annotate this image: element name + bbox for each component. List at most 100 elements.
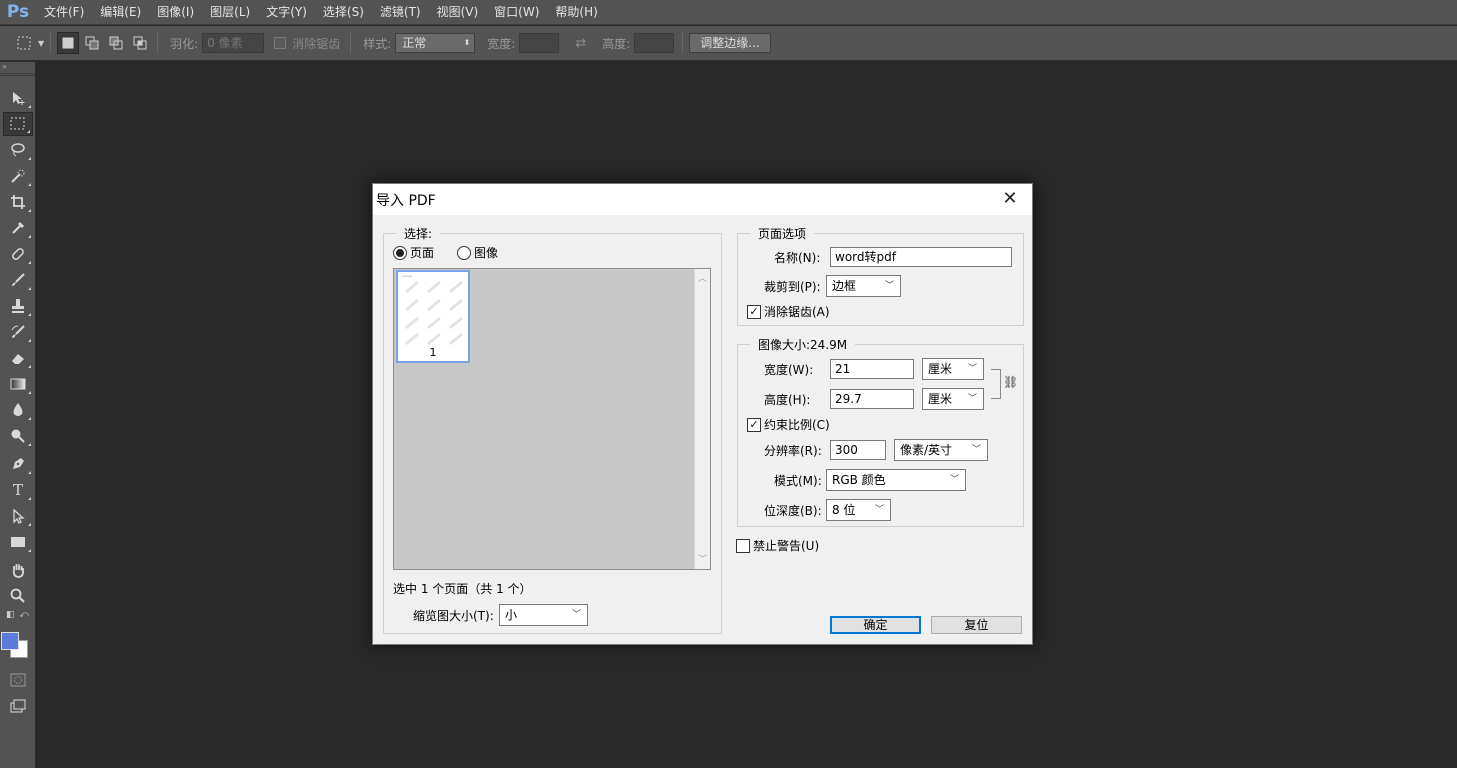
width-unit-select[interactable]: 厘米 ﹀ [922, 358, 984, 380]
height-label: 高度(H): [764, 393, 811, 407]
width-input[interactable]: 21 [830, 359, 914, 379]
dialog-title: 导入 PDF [376, 192, 436, 209]
gradient-tool-icon[interactable] [3, 372, 33, 396]
new-selection-icon[interactable] [57, 32, 80, 54]
image-size-group: 图像大小:24.9M 宽度(W): 21 厘米 ﹀ 高度(H): 29.7 厘米… [737, 336, 1024, 527]
feather-input[interactable]: 0 像素 [202, 33, 265, 53]
suppress-warnings-label: 禁止警告(U) [753, 539, 820, 553]
eraser-tool-icon[interactable] [3, 346, 33, 370]
menu-filter[interactable]: 滤镜(T) [372, 0, 429, 25]
page-options-group: 页面选项 名称(N): word转pdf 裁剪到(P): 边框 ﹀ ✓ 消除锯齿… [737, 225, 1024, 326]
height-unit-value: 厘米 [928, 392, 953, 406]
close-icon[interactable]: ✕ [1000, 189, 1020, 209]
radio-image-indicator [457, 245, 471, 260]
height-label: 高度: [602, 36, 631, 51]
name-label: 名称(N): [774, 251, 821, 265]
divider [50, 32, 52, 54]
chevron-down-icon: ﹀ [967, 364, 977, 374]
thumbnail-size-value: 小 [505, 608, 518, 622]
blur-tool-icon[interactable] [3, 398, 33, 422]
thumbnail-size-select[interactable]: 小 ﹀ [499, 604, 588, 626]
page-antialias-label: 消除锯齿(A) [764, 305, 830, 319]
color-swatches [0, 622, 36, 662]
chevron-down-icon: ﹀ [971, 445, 981, 455]
suppress-warnings-checkbox[interactable]: 禁止警告(U) [736, 537, 819, 554]
height-input[interactable]: 29.7 [830, 389, 914, 409]
default-colors-icon[interactable]: ◧ [6, 610, 15, 620]
toolbox-grip[interactable]: » [0, 62, 35, 74]
constrain-proportions-checkbox[interactable]: ✓ 约束比例(C) [747, 416, 830, 433]
clone-stamp-tool-icon[interactable] [3, 294, 33, 318]
crop-to-select[interactable]: 边框 ﹀ [826, 275, 901, 297]
history-brush-tool-icon[interactable] [3, 320, 33, 344]
divider [157, 32, 159, 54]
lasso-tool-icon[interactable] [3, 138, 33, 162]
updown-icon: ⬍ [463, 38, 471, 47]
foreground-color-swatch[interactable] [1, 632, 19, 650]
antialias-checkbox[interactable] [274, 37, 287, 49]
healing-brush-tool-icon[interactable] [3, 242, 33, 266]
crop-to-value: 边框 [832, 279, 857, 293]
swap-dimensions-icon[interactable]: ⇄ [575, 36, 586, 51]
page-thumbnail-list[interactable]: ≡≡≡≡ 1 ︿ ﹀ [393, 268, 711, 570]
intersect-selection-icon[interactable] [129, 32, 151, 54]
add-to-selection-icon[interactable] [81, 32, 103, 54]
scroll-down-icon[interactable]: ﹀ [698, 552, 707, 565]
ok-button[interactable]: 确定 [830, 616, 921, 634]
menu-image[interactable]: 图像(I) [149, 0, 202, 25]
path-selection-tool-icon[interactable] [3, 504, 33, 528]
mode-select[interactable]: RGB 颜色 ﹀ [826, 469, 966, 491]
width-input[interactable] [519, 33, 560, 53]
scrollbar[interactable]: ︿ ﹀ [694, 269, 710, 569]
zoom-tool-icon[interactable] [3, 584, 33, 608]
subtract-from-selection-icon[interactable] [105, 32, 127, 54]
radio-page[interactable]: 页面 [393, 244, 434, 261]
eyedropper-tool-icon[interactable] [3, 216, 33, 240]
name-input[interactable]: word转pdf [830, 247, 1012, 267]
style-select[interactable]: 正常 ⬍ [395, 33, 476, 53]
menu-window[interactable]: 窗口(W) [486, 0, 547, 25]
height-unit-select[interactable]: 厘米 ﹀ [922, 388, 984, 410]
menu-file[interactable]: 文件(F) [36, 0, 92, 25]
width-label: 宽度: [487, 36, 516, 51]
swap-colors-icon[interactable]: ⤺ [19, 610, 29, 620]
pen-tool-icon[interactable] [3, 452, 33, 476]
menu-select[interactable]: 选择(S) [315, 0, 372, 25]
quick-mask-icon[interactable] [3, 668, 33, 692]
crop-to-label: 裁剪到(P): [764, 280, 821, 294]
type-tool-icon[interactable]: T [3, 478, 33, 502]
scroll-up-icon[interactable]: ︿ [698, 271, 707, 284]
menu-edit[interactable]: 编辑(E) [92, 0, 149, 25]
menu-layer[interactable]: 图层(L) [202, 0, 258, 25]
dodge-tool-icon[interactable] [3, 424, 33, 448]
link-bracket [991, 369, 1001, 399]
screen-mode-icon[interactable] [3, 694, 33, 718]
rectangular-marquee-tool-icon[interactable] [3, 112, 33, 136]
height-input[interactable] [634, 33, 675, 53]
select-group: 选择: 页面 图像 ≡≡≡≡ 1 ︿ ﹀ 选中 1 个页面（共 1 个） 缩览图… [383, 225, 722, 634]
marquee-preset-icon[interactable] [14, 32, 36, 54]
dialog-title-bar[interactable]: 导入 PDF [373, 184, 1032, 215]
rectangle-tool-icon[interactable] [3, 530, 33, 554]
chevron-down-icon: ﹀ [884, 281, 894, 291]
page-antialias-checkbox[interactable]: ✓ 消除锯齿(A) [747, 303, 830, 320]
refine-edge-button[interactable]: 调整边缘... [689, 33, 771, 53]
bit-depth-select[interactable]: 8 位 ﹀ [826, 499, 891, 521]
resolution-input[interactable]: 300 [830, 440, 886, 460]
resolution-unit-select[interactable]: 像素/英寸 ﹀ [894, 439, 988, 461]
preset-dropdown-icon[interactable]: ▼ [38, 39, 44, 48]
move-tool-icon[interactable] [3, 86, 33, 110]
hand-tool-icon[interactable] [3, 558, 33, 582]
menu-type[interactable]: 文字(Y) [258, 0, 315, 25]
chain-link-icon[interactable]: ⛓ [1003, 375, 1018, 389]
bit-depth-label: 位深度(B): [764, 504, 822, 518]
quick-selection-tool-icon[interactable] [3, 164, 33, 188]
menu-help[interactable]: 帮助(H) [547, 0, 605, 25]
menu-view[interactable]: 视图(V) [429, 0, 487, 25]
page-thumbnail[interactable]: ≡≡≡≡ 1 [396, 270, 470, 363]
style-label: 样式: [363, 36, 392, 51]
radio-image[interactable]: 图像 [457, 244, 498, 261]
crop-tool-icon[interactable] [3, 190, 33, 214]
brush-tool-icon[interactable] [3, 268, 33, 292]
reset-button[interactable]: 复位 [931, 616, 1022, 634]
